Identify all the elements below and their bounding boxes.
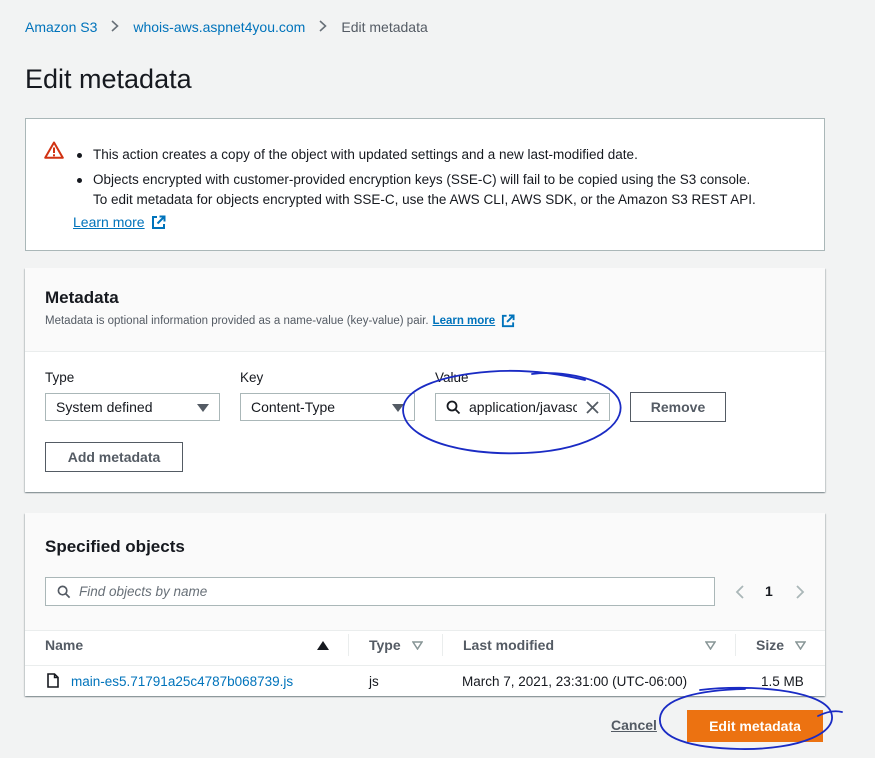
- column-header-size[interactable]: Size: [756, 637, 784, 653]
- sort-icon[interactable]: [705, 641, 716, 650]
- breadcrumb-current: Edit metadata: [341, 19, 428, 35]
- pagination-page-number[interactable]: 1: [765, 583, 773, 599]
- column-divider: [348, 634, 349, 656]
- breadcrumb-link-bucket[interactable]: whois-aws.aspnet4you.com: [133, 19, 305, 35]
- type-select[interactable]: System defined: [45, 393, 220, 421]
- type-label: Type: [45, 370, 75, 385]
- chevron-right-icon[interactable]: [795, 585, 805, 599]
- chevron-right-icon: [111, 19, 120, 35]
- remove-button[interactable]: Remove: [630, 392, 726, 422]
- key-select[interactable]: Content-Type: [240, 393, 415, 421]
- metadata-panel: Metadata Metadata is optional informatio…: [25, 268, 825, 492]
- caret-down-icon: [392, 404, 404, 412]
- objects-header: [25, 513, 825, 631]
- chevron-right-icon: [319, 19, 328, 35]
- clear-icon[interactable]: [586, 401, 599, 414]
- warning-bullet-line: Objects encrypted with customer-provided…: [93, 172, 751, 187]
- sort-icon[interactable]: [412, 641, 423, 650]
- column-divider: [735, 634, 736, 656]
- value-input-text: application/javascript: [469, 399, 577, 415]
- add-metadata-button[interactable]: Add metadata: [45, 442, 183, 472]
- sort-ascending-icon[interactable]: [317, 641, 329, 650]
- column-header-name[interactable]: Name: [45, 637, 83, 653]
- column-header-last-modified[interactable]: Last modified: [463, 637, 554, 653]
- object-last-modified: March 7, 2021, 23:31:00 (UTC-06:00): [462, 674, 688, 689]
- warning-icon: [44, 141, 64, 159]
- type-select-value: System defined: [56, 399, 153, 415]
- metadata-learn-more-link[interactable]: Learn more: [433, 314, 516, 328]
- specified-objects-panel: Specified objects Find objects by name 1…: [25, 513, 825, 696]
- warning-list: This action creates a copy of the object…: [77, 145, 756, 210]
- value-label: Value: [435, 370, 469, 385]
- table-divider: [25, 665, 825, 666]
- warning-learn-more-link[interactable]: Learn more: [73, 214, 166, 230]
- external-link-icon: [151, 215, 166, 229]
- breadcrumb-link-s3[interactable]: Amazon S3: [25, 19, 97, 35]
- search-icon: [446, 400, 461, 415]
- column-header-type[interactable]: Type: [369, 637, 401, 653]
- object-type: js: [369, 674, 379, 689]
- learn-more-label: Learn more: [73, 214, 145, 230]
- warning-bullet: Objects encrypted with customer-provided…: [77, 170, 756, 210]
- sort-icon[interactable]: [795, 641, 806, 650]
- cancel-button[interactable]: Cancel: [611, 717, 657, 733]
- metadata-title: Metadata: [45, 288, 119, 307]
- key-select-value: Content-Type: [251, 399, 336, 415]
- warning-alert: This action creates a copy of the object…: [25, 118, 825, 251]
- edit-metadata-submit-button[interactable]: Edit metadata: [687, 710, 823, 742]
- search-icon: [57, 585, 71, 599]
- metadata-description: Metadata is optional information provide…: [45, 314, 805, 328]
- search-placeholder: Find objects by name: [79, 584, 208, 599]
- key-label: Key: [240, 370, 264, 385]
- file-icon: [47, 673, 59, 688]
- breadcrumb: Amazon S3 whois-aws.aspnet4you.com Edit …: [25, 19, 428, 35]
- metadata-description-text: Metadata is optional information provide…: [45, 315, 429, 327]
- external-link-icon: [502, 314, 515, 328]
- column-divider: [442, 634, 443, 656]
- page-title: Edit metadata: [25, 64, 192, 94]
- object-size: 1.5 MB: [761, 674, 804, 689]
- learn-more-label: Learn more: [432, 315, 496, 327]
- metadata-header: Metadata Metadata is optional informatio…: [25, 268, 825, 352]
- object-name-link[interactable]: main-es5.71791a25c4787b068739.js: [71, 674, 293, 689]
- objects-search-input[interactable]: Find objects by name: [45, 577, 715, 606]
- caret-down-icon: [197, 404, 209, 412]
- value-input[interactable]: application/javascript: [435, 393, 610, 421]
- warning-bullet: This action creates a copy of the object…: [77, 145, 756, 165]
- chevron-left-icon[interactable]: [735, 585, 745, 599]
- objects-title: Specified objects: [45, 537, 185, 556]
- warning-bullet-line: To edit metadata for objects encrypted w…: [93, 192, 756, 207]
